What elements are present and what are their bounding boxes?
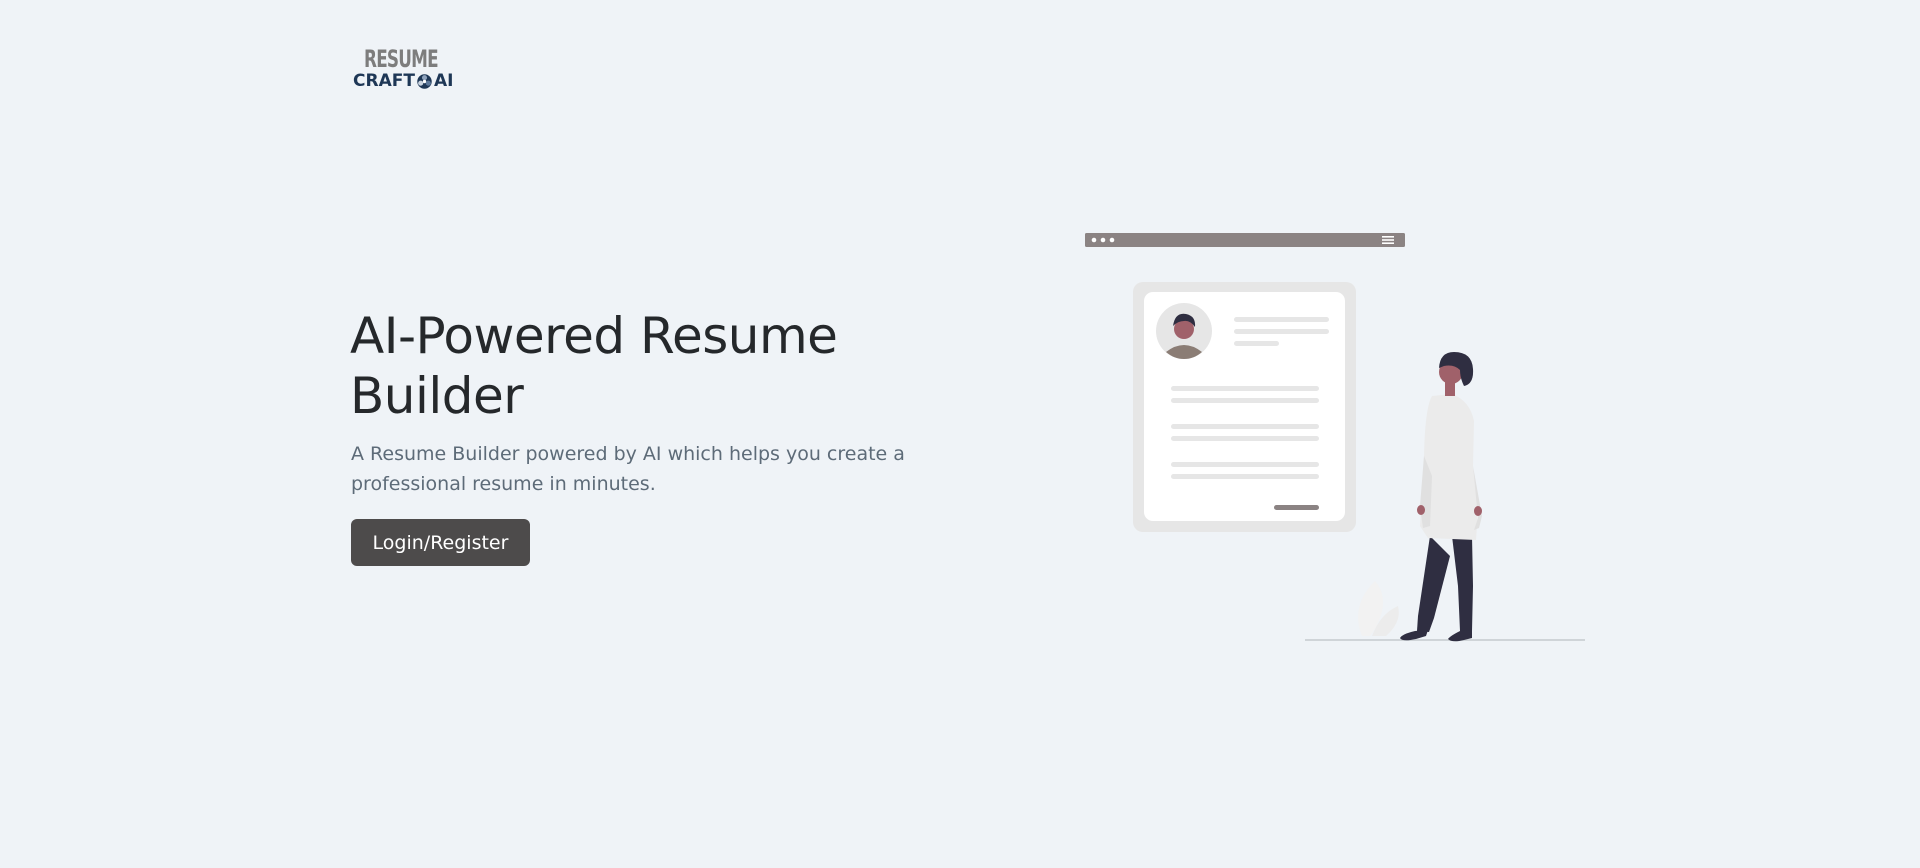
landing-page: RESUME CRAFT AI AI-Powered Resume Builde… [0,0,1920,868]
avatar-icon [1156,303,1212,359]
resume-illustration [1085,233,1585,642]
logo-top-text: RESUME [364,45,439,73]
logo-bottom-text: CRAFT AI [353,71,453,91]
gear-icon [417,73,432,89]
hero-title: AI-Powered Resume Builder [350,307,838,425]
hero-subtitle: A Resume Builder powered by AI which hel… [351,443,905,495]
logo-ai-text: AI [433,71,454,91]
logo-craft-text: CRAFT [353,71,415,91]
resume-craft-ai-logo[interactable]: RESUME CRAFT AI [352,45,464,93]
resume-card [1133,282,1356,532]
person-figure [1400,352,1482,642]
browser-dots-icon [1091,237,1115,243]
plant-icon [1358,581,1399,636]
browser-bar [1085,233,1405,247]
hamburger-menu-icon [1382,236,1394,244]
login-register-button[interactable]: Login/Register [351,519,530,566]
